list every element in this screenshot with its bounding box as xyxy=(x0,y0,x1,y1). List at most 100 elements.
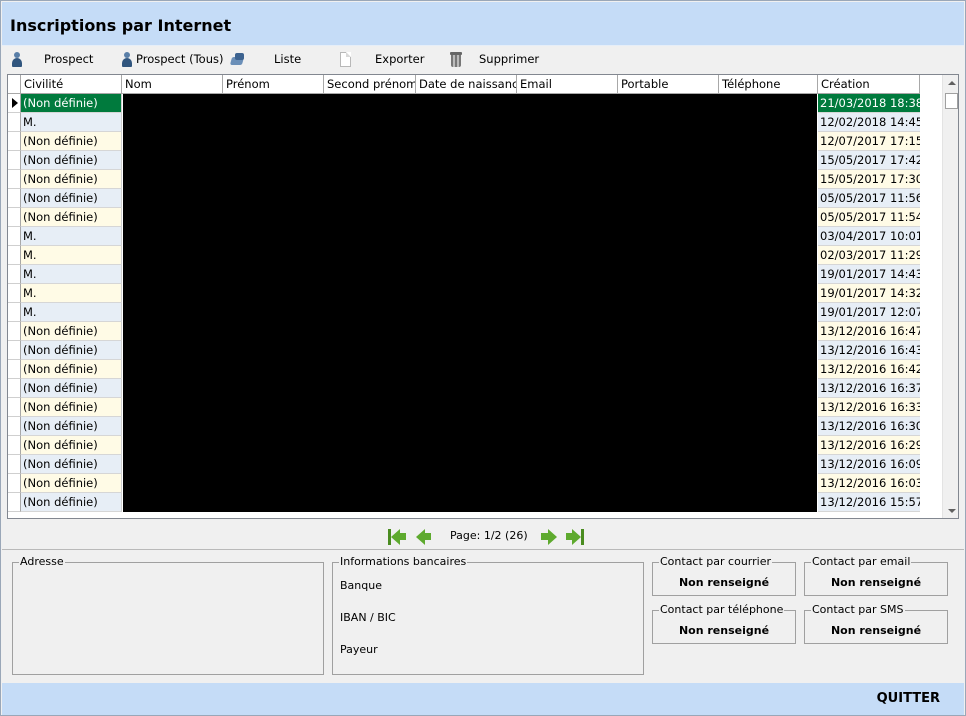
row-selector[interactable] xyxy=(8,436,21,455)
row-selector[interactable] xyxy=(8,208,21,227)
contact-telephone-group[interactable]: Contact par téléphone Non renseigné xyxy=(652,604,796,644)
row-selector[interactable] xyxy=(8,455,21,474)
supprimer-label: Supprimer xyxy=(479,52,540,66)
cell-civilite[interactable]: (Non définie) xyxy=(21,455,122,474)
cell-civilite[interactable]: (Non définie) xyxy=(21,436,122,455)
last-page-button[interactable] xyxy=(565,528,585,545)
column-header-civilite[interactable]: Civilité xyxy=(21,75,122,94)
row-selector[interactable] xyxy=(8,474,21,493)
banking-legend: Informations bancaires xyxy=(340,555,467,568)
cell-creation[interactable]: 13/12/2016 16:30:08 xyxy=(818,417,920,436)
row-selector[interactable] xyxy=(8,94,21,113)
cell-creation[interactable]: 13/12/2016 15:57:05 xyxy=(818,493,920,512)
row-selector[interactable] xyxy=(8,322,21,341)
trash-icon xyxy=(448,51,464,67)
cell-civilite[interactable]: (Non définie) xyxy=(21,474,122,493)
quit-button[interactable]: QUITTER xyxy=(877,691,940,706)
contact-sms-group[interactable]: Contact par SMS Non renseigné xyxy=(804,604,948,644)
column-header-email[interactable]: Email xyxy=(517,75,618,94)
contact-email-group[interactable]: Contact par email Non renseigné xyxy=(804,556,948,596)
vertical-scrollbar[interactable] xyxy=(942,75,958,518)
cell-civilite[interactable]: M. xyxy=(21,227,122,246)
cell-civilite[interactable]: (Non définie) xyxy=(21,360,122,379)
cell-civilite[interactable]: M. xyxy=(21,265,122,284)
cell-creation[interactable]: 13/12/2016 16:03:44 xyxy=(818,474,920,493)
cell-creation[interactable]: 13/12/2016 16:09:54 xyxy=(818,455,920,474)
next-page-button[interactable] xyxy=(540,528,560,545)
row-selector[interactable] xyxy=(8,189,21,208)
row-selector[interactable] xyxy=(8,227,21,246)
cell-civilite[interactable]: (Non définie) xyxy=(21,151,122,170)
previous-page-button[interactable] xyxy=(412,528,432,545)
first-page-button[interactable] xyxy=(386,528,406,545)
cell-creation[interactable]: 12/02/2018 14:45:52 xyxy=(818,113,920,132)
cell-civilite[interactable]: M. xyxy=(21,246,122,265)
contact-courrier-group[interactable]: Contact par courrier Non renseigné xyxy=(652,556,796,596)
row-selector[interactable] xyxy=(8,303,21,322)
cell-creation[interactable]: 13/12/2016 16:37:24 xyxy=(818,379,920,398)
row-selector[interactable] xyxy=(8,284,21,303)
row-selector[interactable] xyxy=(8,151,21,170)
prospect-tous-button[interactable]: Prospect (Tous) xyxy=(120,50,223,68)
row-selector[interactable] xyxy=(8,246,21,265)
cell-civilite[interactable]: (Non définie) xyxy=(21,322,122,341)
scroll-up-icon[interactable] xyxy=(948,81,956,85)
row-selector[interactable] xyxy=(8,341,21,360)
column-header-nom[interactable]: Nom xyxy=(122,75,223,94)
scroll-down-icon[interactable] xyxy=(948,509,956,513)
cell-creation[interactable]: 19/01/2017 12:07:42 xyxy=(818,303,920,322)
cell-civilite[interactable]: M. xyxy=(21,284,122,303)
cell-creation[interactable]: 13/12/2016 16:33:09 xyxy=(818,398,920,417)
cell-civilite[interactable]: M. xyxy=(21,113,122,132)
cell-creation[interactable]: 12/07/2017 17:15:39 xyxy=(818,132,920,151)
row-selector[interactable] xyxy=(8,360,21,379)
cell-creation[interactable]: 15/05/2017 17:42:25 xyxy=(818,151,920,170)
scroll-thumb[interactable] xyxy=(945,93,958,109)
contact-email-legend: Contact par email xyxy=(812,555,911,568)
liste-button[interactable]: Liste xyxy=(229,50,301,68)
cell-civilite[interactable]: (Non définie) xyxy=(21,341,122,360)
cell-creation[interactable]: 19/01/2017 14:32:33 xyxy=(818,284,920,303)
contact-courrier-value: Non renseigné xyxy=(678,576,770,589)
cell-creation[interactable]: 05/05/2017 11:54:36 xyxy=(818,208,920,227)
cell-creation[interactable]: 02/03/2017 11:29:02 xyxy=(818,246,920,265)
row-selector[interactable] xyxy=(8,398,21,417)
column-header-date-naissance[interactable]: Date de naissance xyxy=(416,75,517,94)
cell-creation[interactable]: 15/05/2017 17:30:51 xyxy=(818,170,920,189)
exporter-button[interactable]: Exporter xyxy=(338,50,424,68)
column-header-telephone[interactable]: Téléphone xyxy=(719,75,818,94)
column-header-portable[interactable]: Portable xyxy=(618,75,719,94)
cell-civilite[interactable]: (Non définie) xyxy=(21,170,122,189)
prospect-button[interactable]: Prospect xyxy=(10,50,93,68)
cell-civilite[interactable]: (Non définie) xyxy=(21,493,122,512)
footer-bar: QUITTER xyxy=(2,683,964,715)
cell-creation[interactable]: 19/01/2017 14:43:43 xyxy=(818,265,920,284)
column-header-creation[interactable]: Création xyxy=(818,75,920,94)
cell-civilite[interactable]: (Non définie) xyxy=(21,417,122,436)
row-selector[interactable] xyxy=(8,265,21,284)
row-selector[interactable] xyxy=(8,417,21,436)
row-selector[interactable] xyxy=(8,379,21,398)
cell-creation[interactable]: 13/12/2016 16:47:30 xyxy=(818,322,920,341)
supprimer-button[interactable]: Supprimer xyxy=(448,50,539,68)
cell-creation[interactable]: 05/05/2017 11:56:56 xyxy=(818,189,920,208)
cell-civilite[interactable]: (Non définie) xyxy=(21,94,122,113)
cell-civilite[interactable]: M. xyxy=(21,303,122,322)
cell-civilite[interactable]: (Non définie) xyxy=(21,189,122,208)
row-selector[interactable] xyxy=(8,113,21,132)
cell-creation[interactable]: 13/12/2016 16:29:08 xyxy=(818,436,920,455)
cell-creation[interactable]: 03/04/2017 10:01:02 xyxy=(818,227,920,246)
cell-creation[interactable]: 13/12/2016 16:43:26 xyxy=(818,341,920,360)
cell-creation[interactable]: 21/03/2018 18:38:36 xyxy=(818,94,920,113)
registrations-grid[interactable]: Civilité Nom Prénom Second prénom Date d… xyxy=(7,74,959,519)
column-header-second-prenom[interactable]: Second prénom xyxy=(324,75,416,94)
cell-civilite[interactable]: (Non définie) xyxy=(21,398,122,417)
column-header-prenom[interactable]: Prénom xyxy=(223,75,324,94)
row-selector[interactable] xyxy=(8,170,21,189)
cell-civilite[interactable]: (Non définie) xyxy=(21,379,122,398)
cell-creation[interactable]: 13/12/2016 16:42:49 xyxy=(818,360,920,379)
cell-civilite[interactable]: (Non définie) xyxy=(21,208,122,227)
row-selector[interactable] xyxy=(8,132,21,151)
row-selector[interactable] xyxy=(8,493,21,512)
cell-civilite[interactable]: (Non définie) xyxy=(21,132,122,151)
